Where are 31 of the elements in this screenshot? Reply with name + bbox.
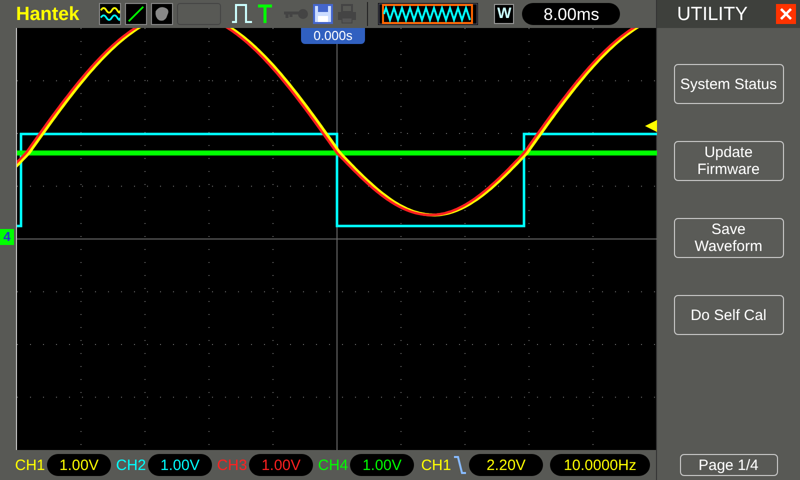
trigger-position-label: 0.000s (301, 28, 365, 44)
menu-title: UTILITY (677, 4, 748, 24)
trigger-t-icon (257, 4, 274, 24)
timebase-mode-label: W (494, 4, 514, 24)
blur-icon (151, 3, 174, 25)
channel-marker: 4 (0, 229, 14, 245)
trigger-frequency: 10.0000Hz (550, 454, 650, 476)
menu-button[interactable]: System Status (674, 64, 784, 104)
pulse-icon (231, 2, 254, 26)
channel-scale: 1.00V (47, 454, 112, 476)
channel-scale: 1.00V (148, 454, 212, 476)
brand-logo: Hantek (16, 4, 80, 24)
channel-label: CH4 (318, 458, 348, 472)
channel-label: CH1 (15, 458, 46, 472)
channel-label: CH3 (217, 458, 248, 472)
channel-scale: 1.00V (350, 454, 414, 476)
page-button[interactable]: Page 1/4 (680, 454, 778, 476)
menu-button[interactable]: Save Waveform (674, 218, 784, 258)
trigger-level: 2.20V (469, 454, 544, 476)
trigger-source: CH1 (421, 458, 452, 472)
channel-scale: 1.00V (249, 454, 314, 476)
timebase-value: 8.00ms (522, 3, 620, 25)
close-icon (779, 7, 793, 21)
channel-label: CH2 (116, 458, 146, 472)
trigger-level-marker (645, 120, 657, 132)
menu-button[interactable]: Do Self Cal (674, 295, 784, 335)
close-button[interactable] (776, 4, 796, 24)
menu-button[interactable]: Update Firmware (674, 141, 784, 181)
falling-edge-icon (454, 455, 466, 475)
waveform-icon (99, 3, 122, 25)
line-icon (125, 3, 148, 25)
